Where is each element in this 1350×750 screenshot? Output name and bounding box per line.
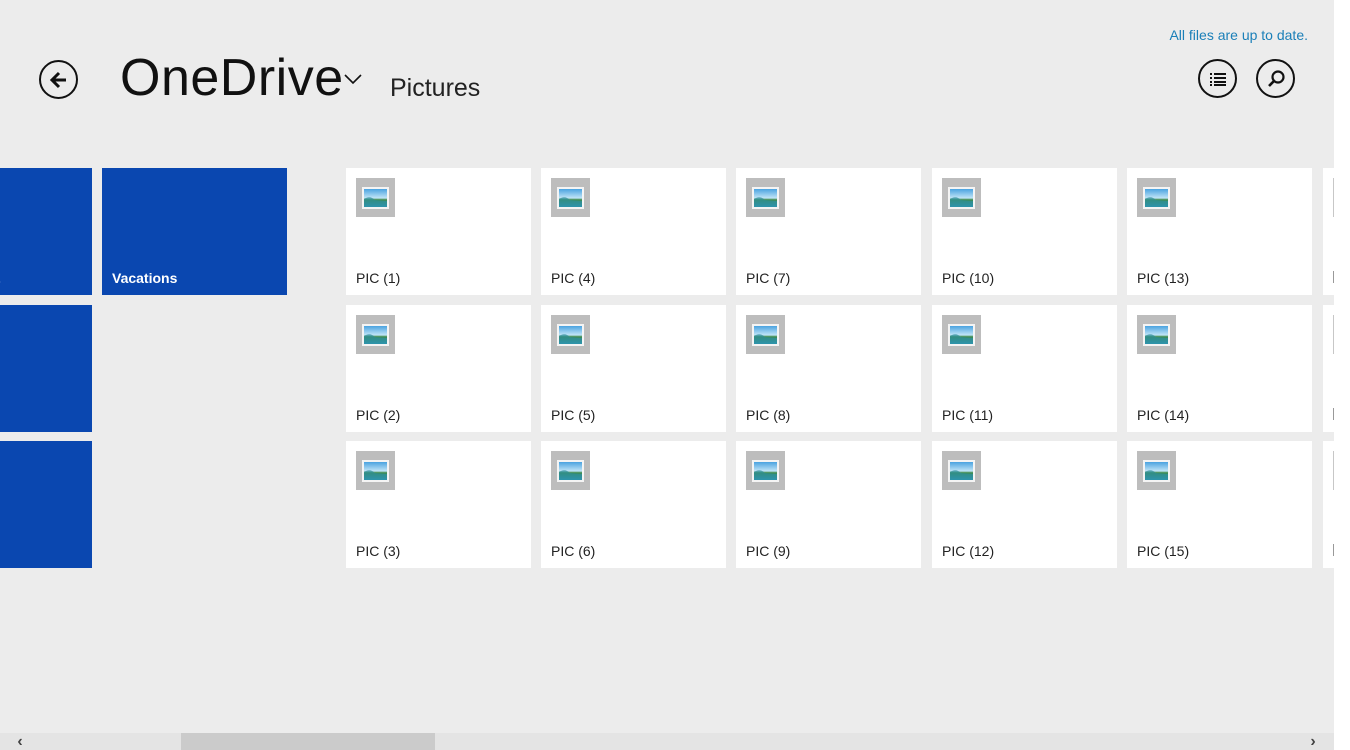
file-label: PIC (1) [356,270,401,286]
file-tile[interactable]: PIC (10) [932,168,1117,295]
chevron-down-icon [344,74,362,85]
folder-tile[interactable]: Vacations [102,168,287,295]
file-tile[interactable]: PIC (1) [346,168,531,295]
image-file-icon [1143,323,1170,346]
list-icon [1209,72,1226,86]
image-thumbnail [551,315,590,354]
image-thumbnail [746,315,785,354]
onedrive-app: All files are up to date. OneDrive Pictu… [0,0,1334,750]
image-file-icon [362,459,389,482]
search-icon [1267,69,1285,87]
folder-label: Vacations [112,270,178,286]
image-thumbnail [942,178,981,217]
file-tile[interactable]: PIC (15) [1127,441,1312,568]
image-file-icon [752,323,779,346]
scroll-right-button[interactable]: › [1303,733,1323,750]
file-label: PIC (11) [942,407,994,423]
folder-tile[interactable]: ments [0,305,92,432]
partial-file-tile[interactable] [1323,305,1334,432]
file-tile[interactable]: PIC (3) [346,441,531,568]
file-tile[interactable]: PIC (12) [932,441,1117,568]
image-thumbnail [942,451,981,490]
image-thumbnail [356,451,395,490]
image-thumbnail [1137,451,1176,490]
image-file-icon [557,186,584,209]
file-tile[interactable]: PIC (13) [1127,168,1312,295]
file-label: PIC (9) [746,543,791,559]
image-file-icon [752,459,779,482]
file-label: PIC (12) [942,543,995,559]
file-label: PIC (15) [1137,543,1190,559]
image-thumbnail [746,451,785,490]
scroll-thumb[interactable] [181,733,435,750]
file-tile[interactable]: PIC (7) [736,168,921,295]
title-dropdown[interactable] [343,72,363,91]
partial-file-tile[interactable] [1323,441,1334,568]
file-tile[interactable]: PIC (2) [346,305,531,432]
sync-status: All files are up to date. [1169,27,1308,43]
file-label: PIC (7) [746,270,791,286]
image-thumbnail [356,178,395,217]
image-thumbnail [1137,178,1176,217]
back-arrow-icon [49,71,66,88]
folder-tile[interactable]: s [0,441,92,568]
file-label: PIC (10) [942,270,995,286]
image-file-icon [557,459,584,482]
file-tile[interactable]: PIC (9) [736,441,921,568]
image-file-icon [948,186,975,209]
file-tile[interactable]: PIC (4) [541,168,726,295]
image-file-icon [948,323,975,346]
current-location: Pictures [390,74,481,102]
file-label: PIC (3) [356,543,401,559]
image-file-icon [1143,186,1170,209]
image-thumbnail [746,178,785,217]
file-label: PIC (4) [551,270,596,286]
horizontal-scrollbar[interactable]: ‹ › [0,733,1334,750]
file-tile[interactable]: PIC (5) [541,305,726,432]
image-thumbnail [356,315,395,354]
image-thumbnail [551,451,590,490]
file-tile[interactable]: PIC (14) [1127,305,1312,432]
app-title[interactable]: OneDrive [120,48,344,108]
file-label: PIC (6) [551,543,596,559]
image-file-icon [948,459,975,482]
file-label: PIC (5) [551,407,596,423]
image-thumbnail [942,315,981,354]
image-file-icon [362,186,389,209]
file-label: PIC (14) [1137,407,1190,423]
file-label: PIC (8) [746,407,791,423]
partial-file-tile[interactable] [1323,168,1334,295]
image-thumbnail [551,178,590,217]
list-view-button[interactable] [1198,59,1237,98]
scroll-left-button[interactable]: ‹ [10,733,30,750]
file-label: PIC (13) [1137,270,1190,286]
image-thumbnail [1137,315,1176,354]
image-file-icon [1143,459,1170,482]
folder-label: nic Assista... [0,270,1,286]
folder-tile[interactable]: nic Assista... [0,168,92,295]
image-file-icon [752,186,779,209]
file-tile[interactable]: PIC (11) [932,305,1117,432]
search-button[interactable] [1256,59,1295,98]
file-tile[interactable]: PIC (6) [541,441,726,568]
file-tile[interactable]: PIC (8) [736,305,921,432]
image-file-icon [557,323,584,346]
back-button[interactable] [39,60,78,99]
file-label: PIC (2) [356,407,401,423]
image-file-icon [362,323,389,346]
